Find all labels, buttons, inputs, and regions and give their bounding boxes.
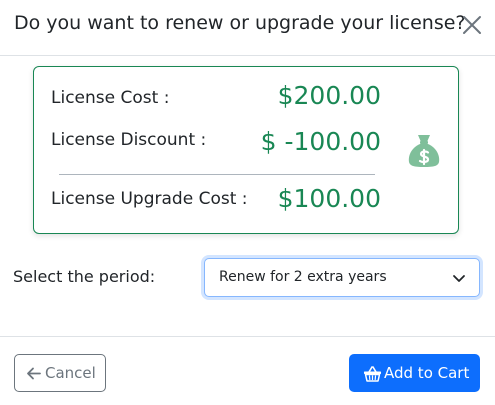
license-discount-value: $ -100.00 — [260, 127, 381, 156]
close-icon — [463, 16, 481, 34]
license-upgrade-cost-label: License Upgrade Cost : — [51, 189, 248, 209]
dialog-footer: Cancel Add to Cart — [0, 336, 495, 405]
basket-icon — [364, 366, 381, 382]
close-button[interactable] — [460, 13, 484, 37]
license-dialog: Do you want to renew or upgrade your lic… — [0, 0, 495, 405]
license-cost-card: License Cost : $200.00 License Discount … — [33, 66, 459, 234]
cancel-button[interactable]: Cancel — [14, 354, 106, 392]
license-discount-label: License Discount : — [51, 130, 207, 150]
add-to-cart-label: Add to Cart — [384, 364, 470, 382]
card-divider — [59, 174, 375, 175]
money-bag-icon — [405, 131, 443, 169]
license-cost-label: License Cost : — [51, 88, 170, 108]
chevron-down-icon — [453, 275, 465, 282]
period-selected-value: Renew for 2 extra years — [219, 269, 387, 285]
dialog-header: Do you want to renew or upgrade your lic… — [0, 0, 495, 56]
period-label: Select the period: — [13, 267, 156, 286]
license-upgrade-cost-value: $100.00 — [277, 184, 381, 213]
license-cost-value: $200.00 — [277, 81, 381, 110]
arrow-left-icon — [27, 367, 41, 380]
dialog-title: Do you want to renew or upgrade your lic… — [14, 12, 466, 34]
period-select[interactable]: Renew for 2 extra years — [204, 258, 480, 297]
add-to-cart-button[interactable]: Add to Cart — [349, 354, 480, 392]
cancel-label: Cancel — [45, 364, 96, 382]
